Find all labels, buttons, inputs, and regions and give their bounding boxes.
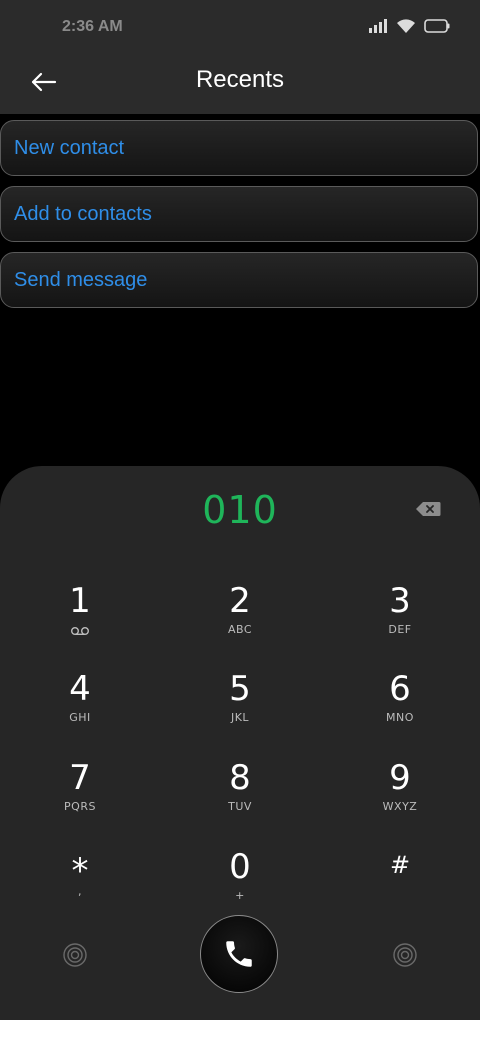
phone-icon (226, 941, 252, 967)
key-letters: WXYZ (382, 800, 418, 813)
key-digit: 9 (389, 758, 411, 798)
key-digit: 2 (229, 581, 251, 621)
key-5[interactable]: 5 JKL (180, 669, 300, 749)
new-contact-label: New contact (14, 137, 125, 159)
key-star[interactable]: * , (20, 851, 140, 931)
key-digit: 0 (229, 847, 251, 887)
key-letters: JKL (230, 711, 250, 724)
key-3[interactable]: 3 DEF (340, 581, 460, 661)
app-header: Recents (0, 56, 480, 114)
key-digit: 7 (69, 758, 91, 798)
target-circle-icon (393, 943, 417, 967)
key-letters: PQRS (64, 800, 96, 813)
key-letters: TUV (228, 800, 252, 813)
backspace-icon (416, 502, 441, 516)
key-letters: , (78, 885, 82, 898)
key-digit: 5 (229, 669, 251, 709)
battery-icon (424, 19, 450, 33)
key-9[interactable]: 9 WXYZ (340, 758, 460, 838)
key-hash[interactable]: # (340, 851, 460, 931)
new-contact-button[interactable]: New contact (0, 120, 478, 176)
dialpad-panel: 010 1 2 ABC 3 DEF 4 GHI 5 JKL 6 MNO 7 PQ… (0, 466, 480, 1020)
status-icons (368, 18, 450, 34)
key-letters: ABC (227, 623, 253, 636)
key-digit: 4 (69, 669, 91, 709)
key-letters: GHI (69, 711, 91, 724)
status-time: 2:36 AM (62, 18, 123, 35)
call-button[interactable] (200, 915, 278, 993)
key-digit: 1 (69, 581, 91, 621)
key-letters: DEF (388, 623, 412, 636)
backspace-button[interactable] (410, 496, 446, 522)
key-digit: 8 (229, 758, 251, 798)
key-letters: MNO (386, 711, 414, 724)
target-circle-icon (63, 943, 87, 967)
key-2[interactable]: 2 ABC (180, 581, 300, 661)
wifi-icon (397, 19, 415, 33)
key-digit: # (389, 851, 411, 879)
key-digit: 3 (389, 581, 411, 621)
key-4[interactable]: 4 GHI (20, 669, 140, 749)
key-6[interactable]: 6 MNO (340, 669, 460, 749)
status-bar: 2:36 AM (0, 0, 480, 56)
voicemail-icon (71, 627, 89, 636)
add-to-contacts-label: Add to contacts (14, 203, 152, 225)
dialed-number[interactable]: 010 (0, 488, 480, 532)
key-8[interactable]: 8 TUV (180, 758, 300, 838)
key-1[interactable]: 1 (20, 581, 140, 661)
signal-icon (369, 19, 387, 33)
key-digit: 6 (389, 669, 411, 709)
send-message-button[interactable]: Send message (0, 252, 478, 308)
send-message-label: Send message (14, 269, 148, 291)
page-title: Recents (195, 66, 285, 93)
right-shortcut-button[interactable] (392, 942, 418, 968)
add-to-contacts-button[interactable]: Add to contacts (0, 186, 478, 242)
phone-screen: 2:36 AM Recents New contact Add to conta… (0, 0, 480, 1020)
key-7[interactable]: 7 PQRS (20, 758, 140, 838)
left-shortcut-button[interactable] (62, 942, 88, 968)
key-letters: + (235, 889, 245, 902)
